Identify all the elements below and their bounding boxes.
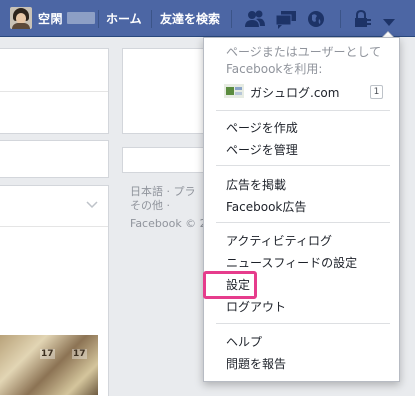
use-facebook-as-header: ページまたはユーザーとしてFacebookを利用: — [226, 45, 382, 76]
nav-divider — [340, 10, 341, 28]
manage-pages-item[interactable]: ページを管理 — [226, 141, 298, 158]
footer-copyright: Facebook © 2 — [130, 217, 207, 230]
right-column-card — [122, 48, 209, 134]
logout-item[interactable]: ログアウト — [226, 298, 286, 315]
nav-divider — [98, 10, 99, 28]
nav-divider — [151, 10, 152, 28]
notifications-icon[interactable] — [306, 8, 326, 30]
footer-more[interactable]: その他 · — [130, 197, 170, 213]
advertise-item[interactable]: 広告を掲載 — [226, 176, 286, 193]
news-feed-preferences-item[interactable]: ニュースフィードの設定 — [226, 254, 357, 271]
left-column-card — [0, 48, 109, 134]
page-thumbnail-icon — [224, 84, 244, 98]
name-redaction — [67, 12, 96, 24]
friend-requests-icon[interactable] — [244, 8, 266, 30]
find-friends-link[interactable]: 友達を検索 — [160, 10, 220, 27]
profile-link[interactable]: 空閑 — [10, 6, 96, 30]
menu-divider — [216, 323, 390, 324]
post-image[interactable]: 17 17 — [0, 335, 98, 395]
help-item[interactable]: ヘルプ — [226, 333, 262, 350]
menu-divider — [216, 110, 390, 111]
privacy-shortcuts-icon[interactable] — [353, 8, 373, 30]
home-link[interactable]: ホーム — [106, 10, 142, 27]
facebook-ads-item[interactable]: Facebook広告 — [226, 198, 306, 215]
page-switch-item[interactable]: ガシュログ.com — [250, 84, 339, 101]
activity-log-item[interactable]: アクティビティログ — [226, 232, 332, 249]
notification-count-badge: 1 — [370, 85, 383, 99]
account-dropdown-menu: ページまたはユーザーとしてFacebookを利用: ガシュログ.com 1 ペー… — [203, 37, 400, 382]
nav-divider — [231, 10, 232, 28]
image-text: 17 — [40, 349, 55, 359]
top-navigation-bar: 空閑 ホーム 友達を検索 — [0, 0, 415, 37]
image-text: 17 — [72, 349, 87, 359]
avatar — [10, 7, 32, 29]
user-name: 空閑 — [38, 11, 64, 26]
left-column-card — [0, 140, 109, 178]
report-problem-item[interactable]: 問題を報告 — [226, 355, 286, 372]
menu-divider — [216, 165, 390, 166]
menu-divider — [216, 222, 390, 223]
messages-icon[interactable] — [275, 8, 297, 30]
chevron-down-icon[interactable] — [86, 201, 98, 209]
create-page-item[interactable]: ページを作成 — [226, 119, 298, 136]
right-column-card — [122, 147, 209, 173]
settings-highlight-box — [203, 271, 257, 299]
